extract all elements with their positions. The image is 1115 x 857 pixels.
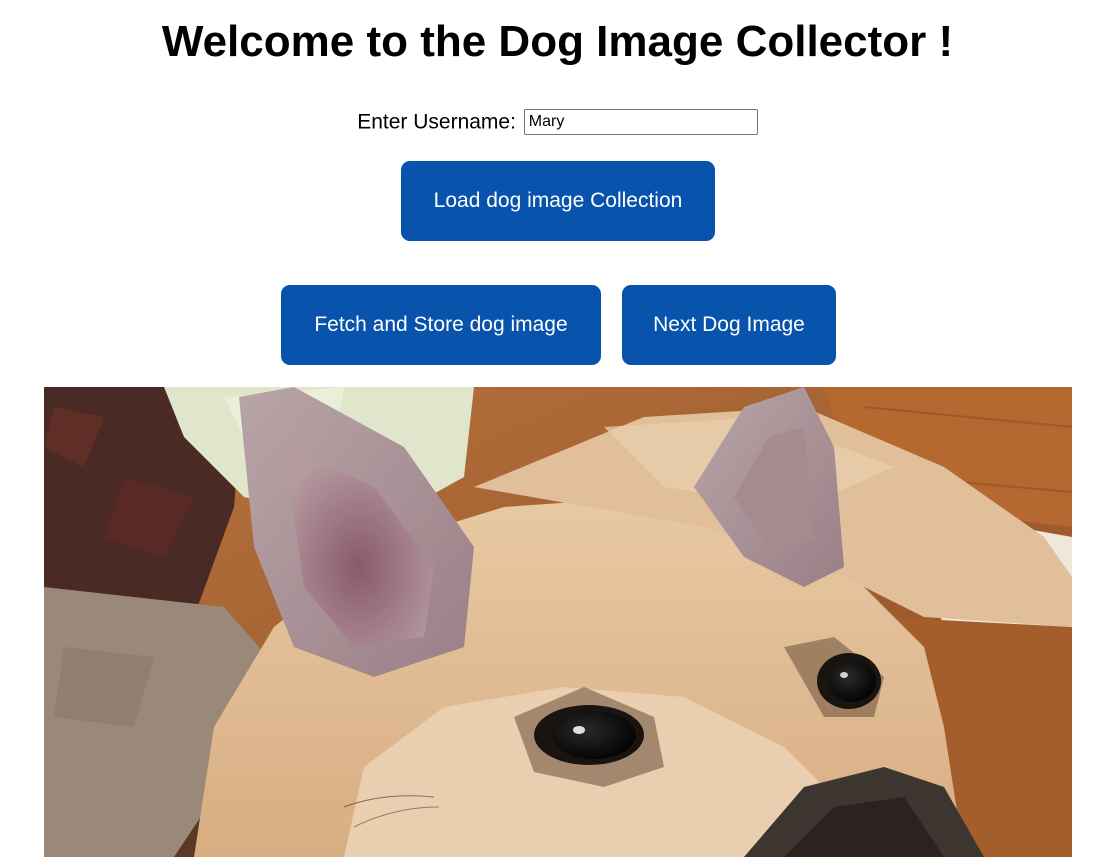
fetch-store-button[interactable]: Fetch and Store dog image [281, 285, 601, 365]
page: Welcome to the Dog Image Collector ! Ent… [0, 0, 1115, 857]
dog-photo-illustration [44, 387, 1072, 857]
username-row: Enter Username: [0, 108, 1115, 136]
dog-image [44, 387, 1072, 857]
username-label: Enter Username: [357, 110, 516, 134]
username-input[interactable] [523, 109, 758, 136]
load-collection-button[interactable]: Load dog image Collection [401, 161, 715, 241]
next-dog-image-button[interactable]: Next Dog Image [622, 285, 836, 365]
page-title: Welcome to the Dog Image Collector ! [161, 17, 954, 66]
